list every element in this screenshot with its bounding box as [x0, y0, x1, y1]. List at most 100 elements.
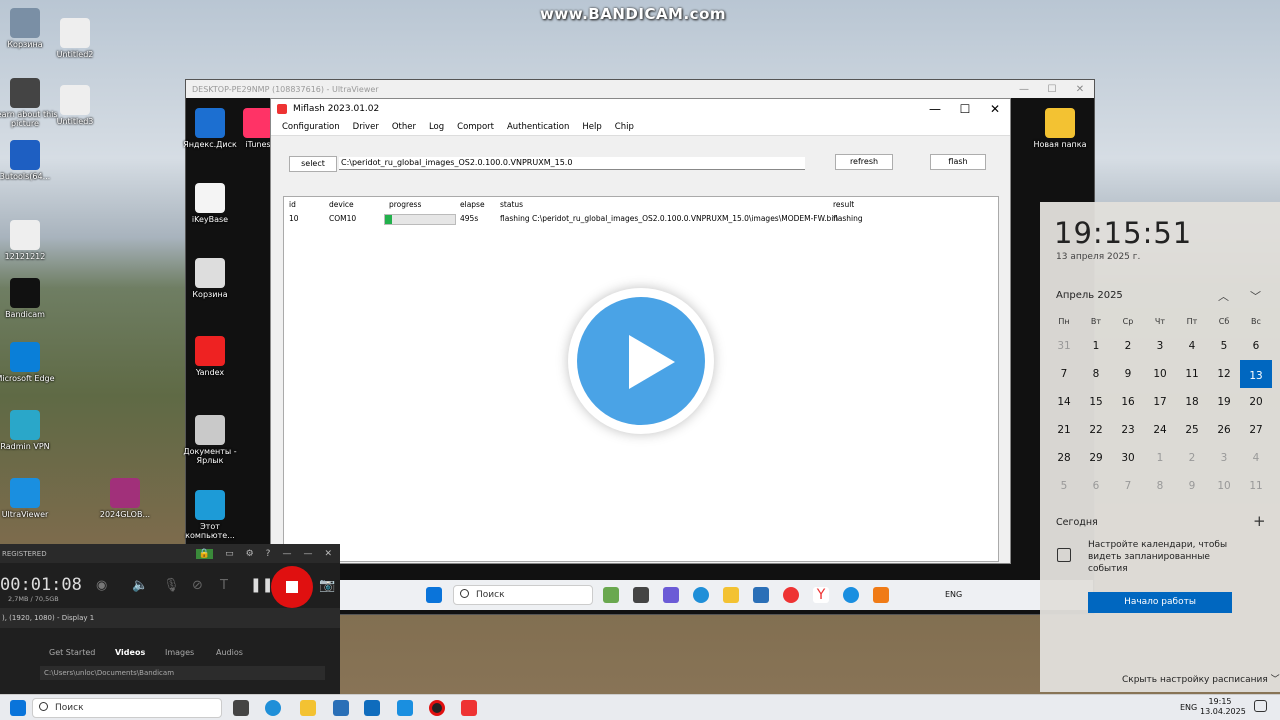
camera-icon[interactable]: 📷 — [319, 578, 335, 593]
get-started-button[interactable]: Начало работы — [1088, 592, 1232, 613]
menu-item-comport[interactable]: Comport — [457, 122, 494, 132]
bandicam-titlebar[interactable]: REGISTERED 🔒 ▭ ⚙ ? — — ✕ — [0, 544, 340, 563]
video-play-button[interactable] — [568, 288, 714, 434]
remote-desktop-icon[interactable]: Этот компьюте... — [175, 490, 245, 540]
remote-desktop-icon[interactable]: Yandex — [175, 336, 245, 377]
refresh-button[interactable]: refresh — [835, 154, 893, 170]
chevron-up-icon[interactable]: ︿ — [1218, 288, 1229, 304]
calendar-day[interactable]: 6 — [1240, 332, 1272, 360]
task-view-icon[interactable] — [633, 587, 649, 603]
calendar-day[interactable]: 1 — [1080, 332, 1112, 360]
cursor-icon[interactable]: ⊘ — [192, 578, 203, 593]
bandicam-icon[interactable] — [429, 700, 445, 716]
hide-schedule-link[interactable]: Скрыть настройку расписания ﹀ — [1122, 672, 1280, 685]
store-icon[interactable] — [753, 587, 769, 603]
windows-start-icon[interactable] — [10, 700, 26, 716]
outlook-icon[interactable] — [364, 700, 380, 716]
menu-item-chip[interactable]: Chip — [615, 122, 634, 132]
help-icon[interactable]: ? — [266, 549, 271, 559]
calendar-day[interactable]: 20 — [1240, 388, 1272, 416]
yandex-browser-icon[interactable]: Y — [813, 587, 829, 603]
folder-icon[interactable]: ▭ — [225, 549, 234, 559]
desktop-icon[interactable]: Radmin VPN — [0, 410, 60, 451]
calendar-month[interactable]: Апрель 2025 — [1056, 290, 1123, 301]
calendar-day[interactable]: 7 — [1112, 472, 1144, 500]
collapse-icon[interactable]: — — [303, 549, 312, 559]
maximize-icon[interactable]: ☐ — [950, 102, 980, 116]
file-explorer-icon[interactable] — [300, 700, 316, 716]
webcam-icon[interactable]: ◉ — [96, 578, 107, 593]
remote-lang-indicator[interactable]: ENG — [945, 590, 962, 600]
bandicam-window[interactable]: REGISTERED 🔒 ▭ ⚙ ? — — ✕ 00:01:08 2,7MB … — [0, 544, 340, 694]
calendar-day[interactable]: 10 — [1208, 472, 1240, 500]
calendar-day[interactable]: 19 — [1208, 388, 1240, 416]
calendar-day[interactable]: 1 — [1144, 444, 1176, 472]
edge-icon[interactable] — [693, 587, 709, 603]
calendar-day[interactable]: 11 — [1176, 360, 1208, 388]
calendar-day[interactable]: 22 — [1080, 416, 1112, 444]
task-view-icon[interactable] — [233, 700, 249, 716]
remote-desktop-icon[interactable]: Корзина — [175, 258, 245, 299]
desktop-icon[interactable]: Untitled2 — [40, 18, 110, 59]
calendar-day[interactable]: 4 — [1240, 444, 1272, 472]
miflash-icon[interactable] — [461, 700, 477, 716]
calendar-day[interactable]: 21 — [1048, 416, 1080, 444]
calendar-day[interactable]: 25 — [1176, 416, 1208, 444]
close-icon[interactable]: ✕ — [1066, 84, 1094, 95]
desktop-icon[interactable]: 12121212 — [0, 220, 60, 261]
calendar-day[interactable]: 2 — [1112, 332, 1144, 360]
notification-icon[interactable] — [1254, 700, 1267, 712]
text-icon[interactable]: T — [220, 578, 228, 593]
calendar-day[interactable]: 11 — [1240, 472, 1272, 500]
menu-item-configuration[interactable]: Configuration — [282, 122, 340, 132]
calendar-day[interactable]: 5 — [1208, 332, 1240, 360]
desktop-icon[interactable]: UltraViewer — [0, 478, 60, 519]
menu-item-log[interactable]: Log — [429, 122, 444, 132]
calendar-day[interactable]: 3 — [1208, 444, 1240, 472]
maximize-icon[interactable]: ☐ — [1038, 84, 1066, 95]
close-icon[interactable]: ✕ — [980, 102, 1010, 116]
calendar-day[interactable]: 12 — [1208, 360, 1240, 388]
calendar-day[interactable]: 15 — [1080, 388, 1112, 416]
remote-search-box[interactable]: Поиск — [453, 585, 593, 605]
calendar-day[interactable]: 16 — [1112, 388, 1144, 416]
windows-start-icon[interactable] — [426, 587, 442, 603]
ultraviewer-icon[interactable] — [843, 587, 859, 603]
desktop-icon[interactable]: Untitled3 — [40, 85, 110, 126]
select-button[interactable]: select — [289, 156, 337, 172]
store-icon[interactable] — [333, 700, 349, 716]
taskbar-clock[interactable]: 19:15 13.04.2025 — [1200, 697, 1246, 717]
minimize-icon[interactable]: — — [1010, 84, 1038, 95]
minimize-icon[interactable]: — — [920, 102, 950, 116]
calendar-day[interactable]: 28 — [1048, 444, 1080, 472]
calendar-day[interactable]: 4 — [1176, 332, 1208, 360]
miflash-titlebar[interactable]: Miflash 2023.01.02 — ☐ ✕ — [271, 99, 1010, 119]
miflash-icon[interactable] — [873, 587, 889, 603]
capture-mode-bar[interactable]: ), (1920, 1080) - Display 1 — [0, 608, 340, 628]
calendar-day[interactable]: 10 — [1144, 360, 1176, 388]
close-icon[interactable]: ✕ — [324, 549, 332, 559]
lang-indicator[interactable]: ENG — [1180, 703, 1197, 713]
gear-icon[interactable]: ⚙ — [246, 549, 254, 559]
desktop-icon[interactable]: Microsoft Edge — [0, 342, 60, 383]
tab-audios[interactable]: Audios — [216, 648, 243, 657]
rom-path-input[interactable]: C:\peridot_ru_global_images_OS2.0.100.0.… — [339, 157, 805, 170]
file-explorer-icon[interactable] — [723, 587, 739, 603]
calendar-day[interactable]: 3 — [1144, 332, 1176, 360]
tab-get-started[interactable]: Get Started — [49, 648, 95, 657]
chat-icon[interactable] — [663, 587, 679, 603]
calendar-day[interactable]: 5 — [1048, 472, 1080, 500]
desktop-icon[interactable]: Bandicam — [0, 278, 60, 319]
speaker-icon[interactable]: 🔈 — [132, 578, 148, 593]
minimize-icon[interactable]: — — [282, 549, 291, 559]
menu-item-other[interactable]: Other — [392, 122, 416, 132]
tab-images[interactable]: Images — [165, 648, 194, 657]
ultraviewer-icon[interactable] — [397, 700, 413, 716]
table-row[interactable]: 10 COM10 495s flashing C:\peridot_ru_glo… — [284, 214, 998, 226]
output-path[interactable]: C:\Users\unloc\Documents\Bandicam — [40, 666, 325, 680]
calendar-day[interactable]: 6 — [1080, 472, 1112, 500]
calendar-day[interactable]: 30 — [1112, 444, 1144, 472]
calendar-day[interactable]: 14 — [1048, 388, 1080, 416]
calendar-day[interactable]: 13 — [1240, 360, 1272, 388]
calendar-day[interactable]: 26 — [1208, 416, 1240, 444]
